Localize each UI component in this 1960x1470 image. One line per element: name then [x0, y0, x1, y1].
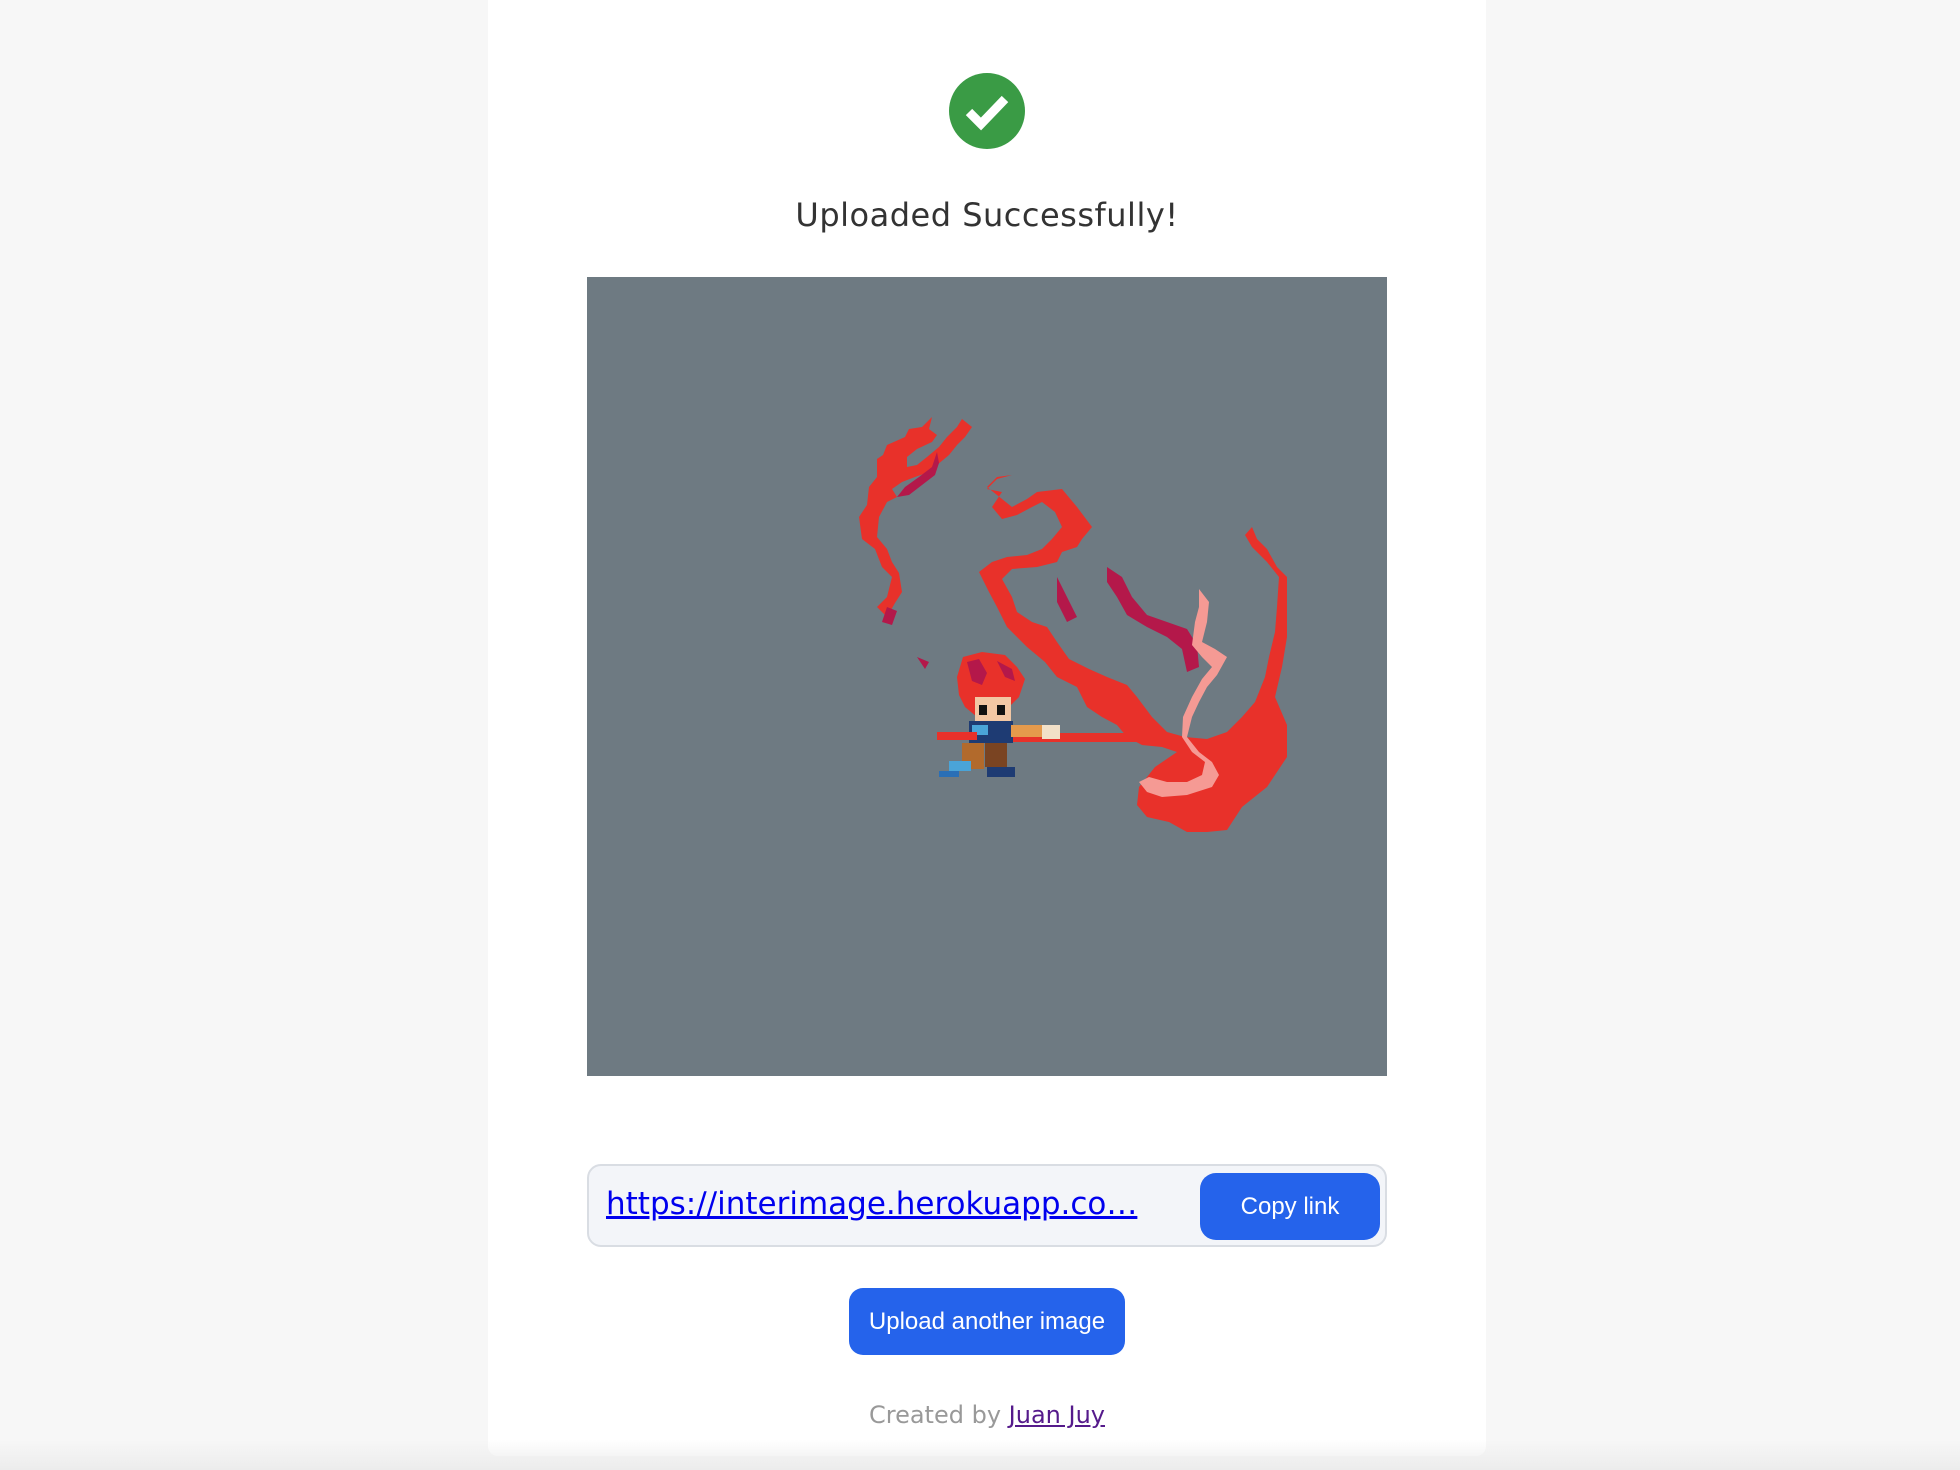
bottom-fade: [0, 1440, 1960, 1470]
lightning-bolt-left: [859, 417, 972, 617]
lightning-bolt-right: [979, 475, 1287, 832]
pixel-art-image: [859, 417, 1287, 832]
uploaded-image-preview: [587, 277, 1387, 1076]
pixel-character: [937, 652, 1060, 777]
footer: Created by Juan Juy: [488, 1401, 1486, 1429]
upload-another-button[interactable]: Upload another image: [849, 1288, 1125, 1355]
footer-prefix: Created by: [868, 1401, 1002, 1429]
share-link-box: https://interimage.herokuapp.co… Copy li…: [587, 1164, 1387, 1247]
lightning-bolt-right-dark: [1057, 567, 1199, 672]
image-link[interactable]: https://interimage.herokuapp.co…: [606, 1186, 1171, 1222]
check-circle-icon: [949, 73, 1025, 149]
upload-success-title: Uploaded Successfully!: [795, 196, 1179, 234]
upload-result-card: Uploaded Successfully! https://interimag…: [488, 0, 1486, 1456]
author-link[interactable]: Juan Juy: [1009, 1401, 1105, 1429]
copy-link-button[interactable]: Copy link: [1200, 1173, 1380, 1240]
